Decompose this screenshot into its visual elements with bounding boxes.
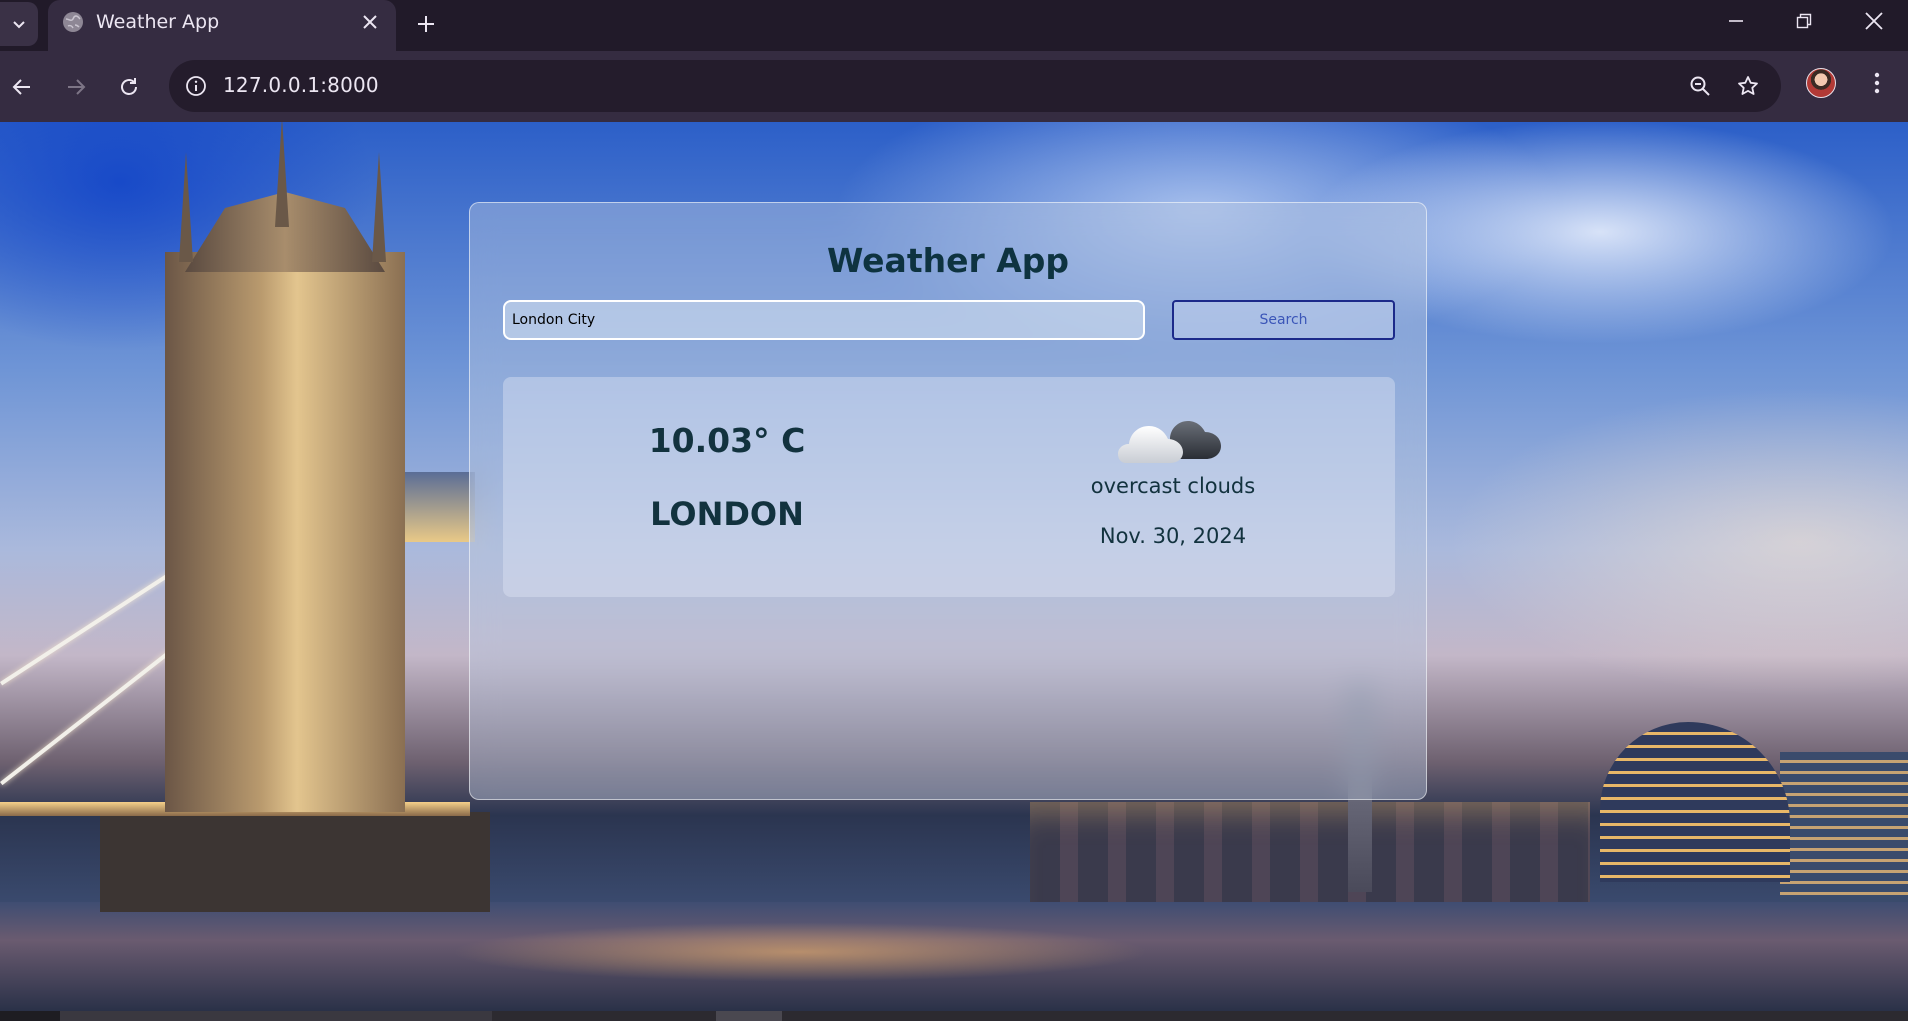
city-name: LONDON bbox=[650, 495, 804, 533]
forward-button[interactable] bbox=[56, 67, 96, 107]
taskbar-segment bbox=[0, 1011, 60, 1021]
info-icon bbox=[186, 76, 206, 96]
tower-spire bbox=[179, 152, 193, 262]
reload-icon bbox=[121, 78, 137, 95]
taskbar-segment bbox=[60, 1011, 492, 1021]
close-window-button[interactable] bbox=[1840, 0, 1908, 42]
browser-tab-bar: Weather App bbox=[0, 0, 1908, 51]
close-icon bbox=[363, 15, 377, 29]
tab-list-button[interactable] bbox=[0, 2, 38, 46]
close-icon bbox=[1865, 12, 1883, 30]
temperature: 10.03° C bbox=[648, 421, 806, 460]
browser-toolbar: 127.0.0.1:8000 bbox=[0, 51, 1908, 122]
bookmark-button[interactable] bbox=[1733, 71, 1763, 101]
arrow-left-icon bbox=[12, 79, 30, 95]
new-tab-button[interactable] bbox=[410, 8, 442, 40]
city-hall-building bbox=[1600, 722, 1790, 882]
restore-button[interactable] bbox=[1770, 0, 1838, 42]
office-building bbox=[1780, 752, 1908, 902]
page-viewport: Weather App Search 10.03° C LONDON overc… bbox=[0, 122, 1908, 1011]
bridge-walkway bbox=[405, 472, 475, 542]
weather-condition: overcast clouds bbox=[1090, 474, 1256, 498]
bridge-tower bbox=[165, 252, 405, 812]
city-skyline bbox=[1030, 802, 1590, 902]
profile-avatar[interactable] bbox=[1806, 68, 1836, 98]
weather-card: Weather App Search 10.03° C LONDON overc… bbox=[469, 202, 1427, 800]
reload-button[interactable] bbox=[109, 67, 149, 107]
tower-spire bbox=[372, 152, 386, 262]
browser-menu-button[interactable] bbox=[1862, 68, 1892, 98]
tab-close-button[interactable] bbox=[358, 10, 382, 34]
taskbar-strip bbox=[0, 1011, 1908, 1021]
tab-title: Weather App bbox=[96, 11, 220, 33]
weather-result-panel: 10.03° C LONDON overcast clouds Nov. 30,… bbox=[503, 377, 1395, 597]
weather-date: Nov. 30, 2024 bbox=[1099, 524, 1247, 548]
minimize-icon bbox=[1729, 20, 1743, 22]
star-icon bbox=[1738, 76, 1758, 95]
river-reflection bbox=[450, 922, 1150, 982]
kebab-menu-icon bbox=[1874, 72, 1880, 94]
search-button[interactable]: Search bbox=[1172, 300, 1395, 340]
address-bar[interactable]: 127.0.0.1:8000 bbox=[169, 60, 1781, 112]
taskbar-segment bbox=[716, 1011, 782, 1021]
arrow-right-icon bbox=[68, 79, 86, 95]
back-button[interactable] bbox=[2, 67, 42, 107]
city-search-input[interactable] bbox=[503, 300, 1145, 340]
plus-icon bbox=[418, 16, 434, 32]
minimize-button[interactable] bbox=[1702, 0, 1770, 42]
url-text[interactable]: 127.0.0.1:8000 bbox=[223, 73, 379, 97]
tower-spire bbox=[275, 122, 289, 227]
zoom-out-icon bbox=[1690, 76, 1710, 96]
zoom-button[interactable] bbox=[1685, 71, 1715, 101]
page-title: Weather App bbox=[826, 241, 1070, 280]
bridge-pier bbox=[100, 812, 490, 912]
site-info-button[interactable] bbox=[181, 71, 211, 101]
overcast-clouds-icon bbox=[1118, 421, 1221, 463]
chevron-down-icon bbox=[13, 21, 25, 29]
restore-icon bbox=[1796, 13, 1812, 29]
browser-tab[interactable]: Weather App bbox=[48, 0, 396, 51]
globe-icon bbox=[63, 12, 83, 32]
